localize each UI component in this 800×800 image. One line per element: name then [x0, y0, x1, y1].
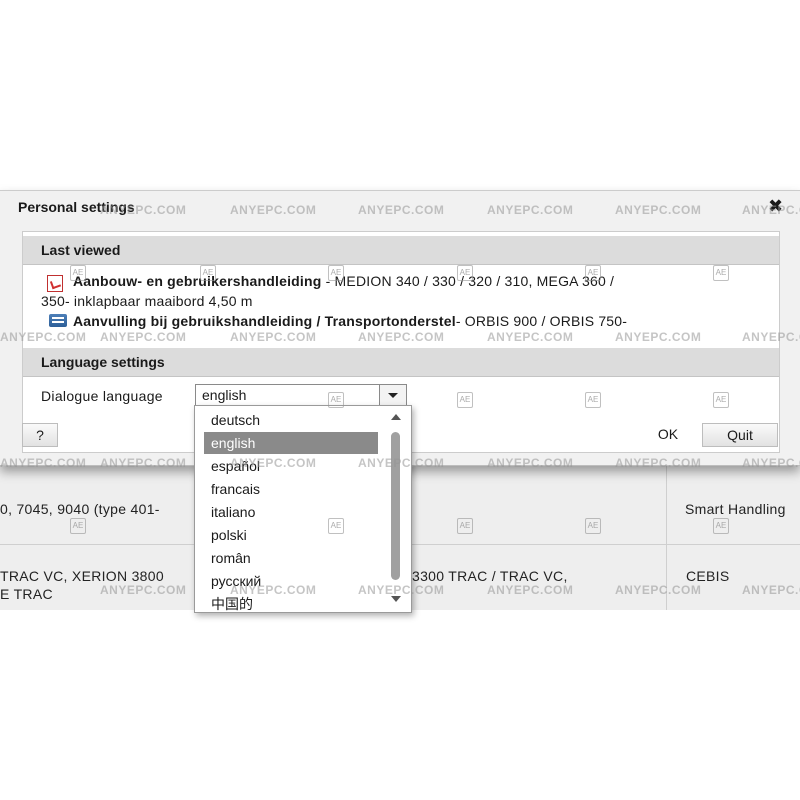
language-option-roman[interactable]: român	[204, 547, 378, 569]
language-option-italiano[interactable]: italiano	[204, 501, 378, 523]
document-icon	[49, 314, 67, 327]
item-title: Aanbouw- en gebruikershandleiding	[73, 273, 322, 289]
watermark-badge-icon: AE	[457, 392, 473, 408]
watermark-badge-icon: AE	[328, 392, 344, 408]
watermark: ANYEPC.COM	[742, 456, 800, 470]
watermark: ANYEPC.COM	[615, 583, 702, 597]
watermark-badge-icon: AE	[70, 265, 86, 281]
watermark: ANYEPC.COM	[358, 583, 445, 597]
watermark: ANYEPC.COM	[100, 330, 187, 344]
selected-language: english	[202, 387, 247, 403]
dialogue-language-select[interactable]: english	[195, 384, 407, 406]
watermark: ANYEPC.COM	[230, 330, 317, 344]
watermark: ANYEPC.COM	[100, 203, 187, 217]
watermark-badge-icon: AE	[457, 518, 473, 534]
item-title: Aanvulling bij gebruikshandleiding / Tra…	[73, 313, 456, 329]
help-button[interactable]: ?	[22, 423, 58, 447]
pdf-icon	[47, 275, 63, 292]
watermark: ANYEPC.COM	[487, 583, 574, 597]
language-option-deutsch[interactable]: deutsch	[204, 409, 378, 431]
watermark: ANYEPC.COM	[358, 203, 445, 217]
watermark-badge-icon: AE	[585, 265, 601, 281]
watermark-badge-icon: AE	[585, 518, 601, 534]
watermark: ANYEPC.COM	[742, 583, 800, 597]
watermark: ANYEPC.COM	[742, 330, 800, 344]
watermark-badge-icon: AE	[713, 392, 729, 408]
watermark: ANYEPC.COM	[230, 203, 317, 217]
chevron-down-icon[interactable]	[379, 385, 406, 405]
watermark-badge-icon: AE	[585, 392, 601, 408]
watermark: ANYEPC.COM	[230, 456, 317, 470]
watermark: ANYEPC.COM	[487, 203, 574, 217]
language-option-english[interactable]: english	[204, 432, 378, 454]
language-option-polski[interactable]: polski	[204, 524, 378, 546]
item-detail: - ORBIS 900 / ORBIS 750-	[455, 313, 628, 329]
dropdown-scrollbar[interactable]	[389, 410, 403, 606]
watermark: ANYEPC.COM	[615, 203, 702, 217]
scrollbar-thumb[interactable]	[391, 432, 400, 580]
ok-button[interactable]: OK	[638, 423, 698, 447]
watermark: ANYEPC.COM	[100, 583, 187, 597]
scroll-up-icon[interactable]	[391, 414, 401, 420]
table-cell: 0, 7045, 9040 (type 401-	[0, 501, 160, 517]
quit-button[interactable]: Quit	[702, 423, 778, 447]
watermark-badge-icon: AE	[457, 265, 473, 281]
watermark-badge-icon: AE	[200, 265, 216, 281]
watermark: ANYEPC.COM	[487, 456, 574, 470]
section-title: Last viewed	[41, 242, 121, 258]
dialogue-language-label: Dialogue language	[41, 388, 163, 404]
watermark-badge-icon: AE	[328, 265, 344, 281]
watermark-badge-icon: AE	[713, 265, 729, 281]
watermark: ANYEPC.COM	[100, 456, 187, 470]
watermark: ANYEPC.COM	[615, 330, 702, 344]
language-option-francais[interactable]: francais	[204, 478, 378, 500]
watermark-badge-icon: AE	[328, 518, 344, 534]
watermark: ANYEPC.COM	[358, 330, 445, 344]
watermark: ANYEPC.COM	[230, 583, 317, 597]
watermark: ANYEPC.COM	[358, 456, 445, 470]
watermark: ANYEPC.COM	[0, 456, 87, 470]
watermark-badge-icon: AE	[713, 518, 729, 534]
watermark: ANYEPC.COM	[742, 203, 800, 217]
language-dropdown-list[interactable]: deutsch english español francais italian…	[194, 405, 412, 613]
table-cell: E TRAC	[0, 586, 53, 602]
watermark: ANYEPC.COM	[0, 330, 87, 344]
section-title: Language settings	[41, 354, 165, 370]
watermark: ANYEPC.COM	[487, 330, 574, 344]
table-cell: Smart Handling	[685, 501, 786, 517]
last-viewed-header: Last viewed	[23, 236, 779, 265]
watermark-badge-icon: AE	[70, 518, 86, 534]
language-settings-header: Language settings	[23, 348, 779, 377]
watermark: ANYEPC.COM	[615, 456, 702, 470]
item-detail: 350- inklapbaar maaibord 4,50 m	[41, 293, 253, 309]
